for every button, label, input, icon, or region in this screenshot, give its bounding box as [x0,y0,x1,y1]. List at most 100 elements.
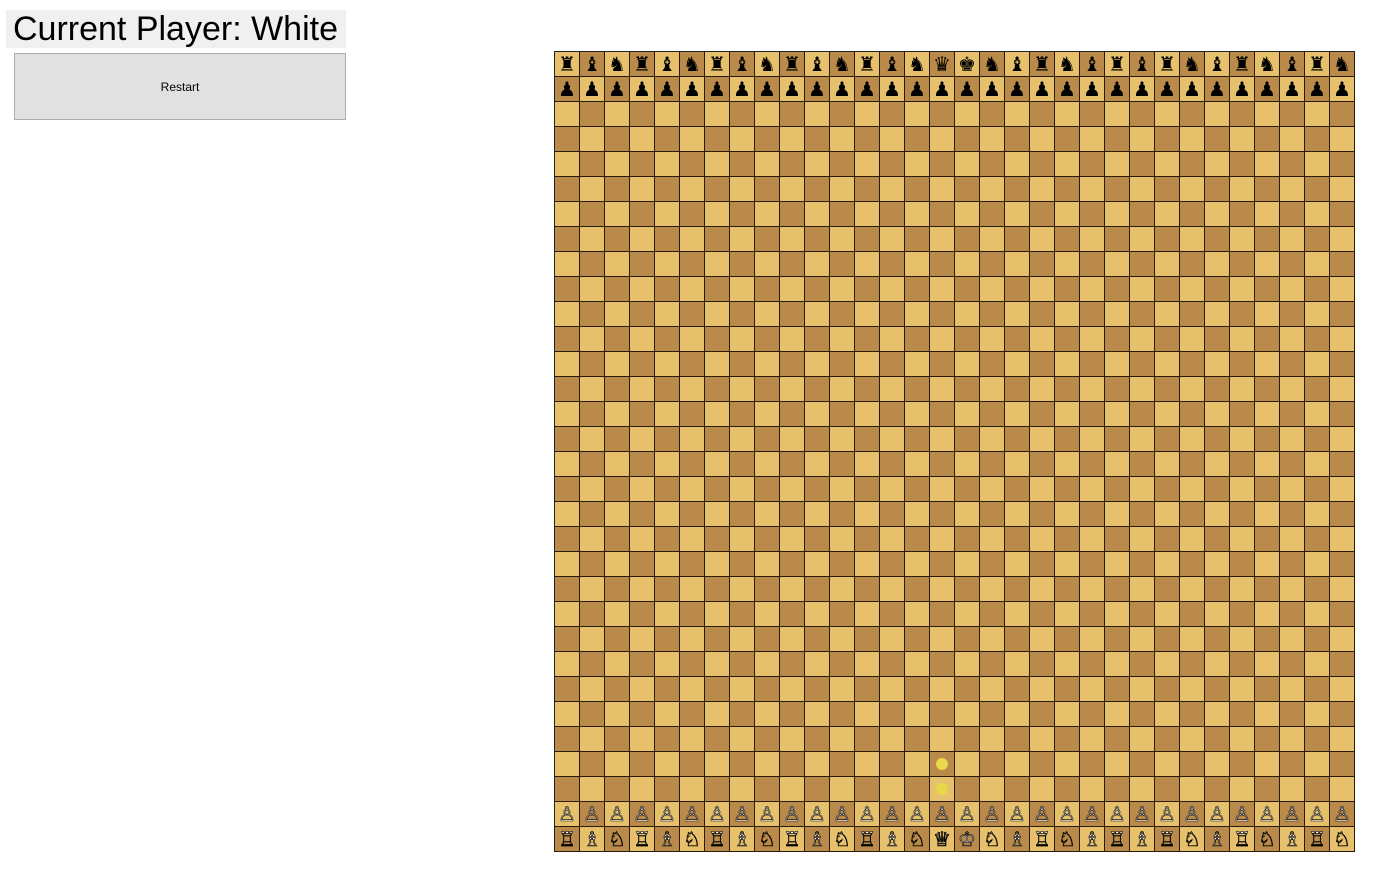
board-square[interactable] [930,327,955,352]
board-square[interactable] [880,727,905,752]
board-square[interactable] [555,502,580,527]
white-piece-icon[interactable]: ♙ [958,804,977,825]
board-square[interactable] [1305,327,1330,352]
board-square[interactable] [1030,352,1055,377]
white-piece-icon[interactable]: ♘ [1258,829,1277,850]
board-square[interactable] [555,352,580,377]
board-square[interactable] [630,502,655,527]
board-square[interactable] [580,552,605,577]
board-square[interactable] [805,477,830,502]
board-square[interactable] [1130,702,1155,727]
board-square[interactable] [630,777,655,802]
board-square[interactable] [630,102,655,127]
board-square[interactable] [1305,202,1330,227]
board-square[interactable] [1155,452,1180,477]
board-square[interactable] [1030,402,1055,427]
board-square[interactable] [830,452,855,477]
board-square[interactable] [930,152,955,177]
board-square[interactable]: ♜ [1230,52,1255,77]
board-square[interactable] [980,102,1005,127]
board-square[interactable] [780,577,805,602]
board-square[interactable] [1030,727,1055,752]
black-piece-icon[interactable]: ♟ [908,79,926,99]
board-square[interactable] [1280,752,1305,777]
board-square[interactable] [805,627,830,652]
board-square[interactable] [1055,327,1080,352]
board-square[interactable] [680,177,705,202]
white-piece-icon[interactable]: ♙ [783,804,802,825]
board-square[interactable] [1330,402,1355,427]
board-square[interactable] [930,677,955,702]
board-square[interactable]: ♖ [1030,827,1055,852]
board-square[interactable] [930,202,955,227]
board-square[interactable] [1180,227,1205,252]
board-square[interactable]: ♜ [555,52,580,77]
board-square[interactable] [1130,227,1155,252]
board-square[interactable] [1330,127,1355,152]
board-square[interactable]: ♜ [855,52,880,77]
board-square[interactable] [630,127,655,152]
board-square[interactable] [955,727,980,752]
board-square[interactable] [605,677,630,702]
board-square[interactable] [1030,527,1055,552]
white-piece-icon[interactable]: ♘ [758,829,777,850]
board-square[interactable] [1180,552,1205,577]
board-square[interactable] [680,327,705,352]
board-square[interactable] [1055,527,1080,552]
board-square[interactable] [655,702,680,727]
white-piece-icon[interactable]: ♙ [858,804,877,825]
black-piece-icon[interactable]: ♟ [758,79,776,99]
white-piece-icon[interactable]: ♙ [808,804,827,825]
board-square[interactable] [555,702,580,727]
board-square[interactable]: ♟ [555,77,580,102]
board-square[interactable] [680,677,705,702]
board-square[interactable] [1130,477,1155,502]
board-square[interactable] [780,177,805,202]
board-square[interactable] [1330,677,1355,702]
board-square[interactable] [730,327,755,352]
board-square[interactable] [805,652,830,677]
board-square[interactable] [1055,302,1080,327]
board-square[interactable]: ♙ [1030,802,1055,827]
black-piece-icon[interactable]: ♝ [733,54,751,74]
board-square[interactable] [1330,252,1355,277]
board-square[interactable] [805,127,830,152]
board-square[interactable] [655,202,680,227]
board-square[interactable] [830,252,855,277]
board-square[interactable] [980,327,1005,352]
board-square[interactable] [555,727,580,752]
board-square[interactable] [905,152,930,177]
board-square[interactable] [1055,777,1080,802]
board-square[interactable] [780,452,805,477]
board-square[interactable] [1030,777,1055,802]
board-square[interactable]: ♙ [680,802,705,827]
white-piece-icon[interactable]: ♙ [1133,804,1152,825]
board-square[interactable] [1205,527,1230,552]
board-square[interactable] [905,327,930,352]
white-piece-icon[interactable]: ♙ [1083,804,1102,825]
board-square[interactable] [655,102,680,127]
board-square[interactable] [830,302,855,327]
board-square[interactable] [1205,427,1230,452]
board-square[interactable]: ♝ [730,52,755,77]
board-square[interactable] [655,652,680,677]
board-square[interactable] [1230,277,1255,302]
board-square[interactable]: ♞ [830,52,855,77]
board-square[interactable] [955,477,980,502]
board-square[interactable] [655,277,680,302]
board-square[interactable] [730,102,755,127]
board-square[interactable] [955,752,980,777]
board-square[interactable] [1005,327,1030,352]
white-piece-icon[interactable]: ♔ [958,829,977,850]
board-square[interactable] [1305,352,1330,377]
board-square[interactable] [1230,577,1255,602]
board-square[interactable] [630,752,655,777]
board-square[interactable] [705,627,730,652]
white-piece-icon[interactable]: ♘ [983,829,1002,850]
board-square[interactable] [1055,352,1080,377]
board-square[interactable] [905,302,930,327]
board-square[interactable]: ♝ [1080,52,1105,77]
board-square[interactable] [605,377,630,402]
board-square[interactable] [805,277,830,302]
board-square[interactable] [655,527,680,552]
